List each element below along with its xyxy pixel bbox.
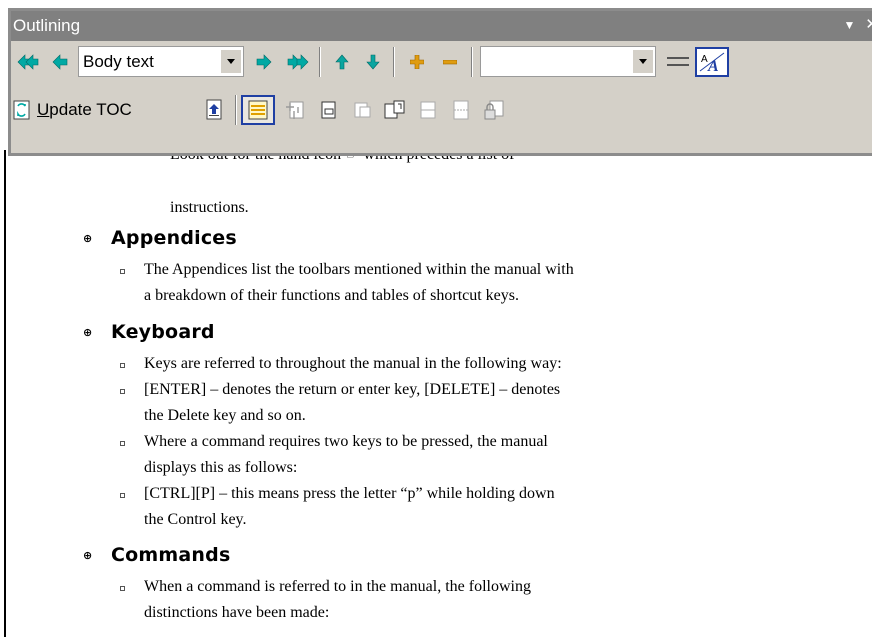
move-down-icon <box>366 54 380 70</box>
bullet-icon[interactable] <box>120 441 125 446</box>
go-to-toc-button[interactable] <box>199 95 229 125</box>
split-subdocument-icon <box>453 100 469 120</box>
outline-level-value: Body text <box>83 52 154 71</box>
list-item: Keys are referred to throughout the manu… <box>144 355 562 372</box>
master-document-view-button[interactable] <box>241 95 275 125</box>
list-item: When a command is referred to in the man… <box>144 578 531 595</box>
split-subdocument-button[interactable] <box>446 95 476 125</box>
create-subdocument-button[interactable] <box>314 95 344 125</box>
expand-collapse-icon[interactable]: ⊕ <box>83 232 92 245</box>
list-item-continuation: the Delete key and so on. <box>144 407 306 424</box>
bullet-icon[interactable] <box>120 363 125 368</box>
toolbar-title: Outlining <box>13 16 81 35</box>
move-up-icon <box>335 54 349 70</box>
toolbar-frame: Outlining ▼ ✕ Body text A A Update TOC <box>8 8 872 156</box>
remove-subdocument-button[interactable] <box>347 95 377 125</box>
toolbar-separator <box>319 47 321 77</box>
demote-icon <box>256 54 272 70</box>
list-item-continuation: displays this as follows: <box>144 459 298 476</box>
collapse-button[interactable] <box>435 47 465 77</box>
show-first-line-icon <box>667 57 689 66</box>
body-text-line: instructions. <box>170 199 249 216</box>
show-first-line-only-button[interactable] <box>663 47 693 77</box>
expand-icon <box>410 55 424 69</box>
outline-level-select[interactable]: Body text <box>78 46 244 77</box>
bullet-icon[interactable] <box>120 493 125 498</box>
toolbar-separator <box>471 47 473 77</box>
demote-button[interactable] <box>249 47 279 77</box>
merge-subdocument-button[interactable] <box>413 95 443 125</box>
list-item-continuation: distinctions have been made: <box>144 604 330 621</box>
update-toc-label: Update TOC <box>37 100 132 120</box>
promote-icon <box>52 54 68 70</box>
demote-to-body-text-button[interactable] <box>283 47 313 77</box>
toolbar-separator <box>393 47 395 77</box>
update-toc-icon <box>13 100 30 120</box>
toolbar-options-icon[interactable]: ▼ <box>844 18 856 32</box>
chevron-down-icon[interactable] <box>221 50 241 73</box>
demote-to-body-text-icon <box>287 54 309 70</box>
list-item: [CTRL][P] – this means press the letter … <box>144 485 555 502</box>
heading-keyboard: Keyboard <box>111 321 215 343</box>
create-subdocument-icon <box>321 101 336 119</box>
chevron-down-icon[interactable] <box>633 50 653 73</box>
insert-subdocument-icon <box>384 100 405 119</box>
svg-text:A: A <box>707 58 719 73</box>
svg-text:A: A <box>701 54 708 65</box>
merge-subdocument-icon <box>420 101 436 119</box>
update-toc-label-rest: pdate TOC <box>49 100 132 119</box>
show-level-select[interactable] <box>480 46 656 77</box>
collapse-subdocuments-button[interactable] <box>280 95 310 125</box>
document-area[interactable]: Look out for the hand icon ☞ which prece… <box>6 150 872 637</box>
toolbar-row-1: Body text A A <box>11 41 872 83</box>
heading-appendices: Appendices <box>111 227 237 249</box>
promote-to-heading1-icon <box>17 54 39 70</box>
move-down-button[interactable] <box>358 47 388 77</box>
insert-subdocument-button[interactable] <box>380 95 410 125</box>
collapse-icon <box>443 59 457 64</box>
toolbar-title-bar[interactable]: Outlining ▼ ✕ <box>11 11 872 41</box>
update-toc-button[interactable]: Update TOC <box>13 95 132 125</box>
update-toc-mnemonic: U <box>37 100 50 119</box>
bullet-icon[interactable] <box>120 269 125 274</box>
promote-button[interactable] <box>45 47 75 77</box>
list-item: [ENTER] – denotes the return or enter ke… <box>144 381 561 398</box>
list-item-continuation: a breakdown of their functions and table… <box>144 287 520 304</box>
remove-subdocument-icon <box>354 102 371 118</box>
bullet-icon[interactable] <box>120 389 125 394</box>
move-up-button[interactable] <box>327 47 357 77</box>
bullet-icon[interactable] <box>120 586 125 591</box>
lock-document-icon <box>484 100 504 120</box>
list-item-continuation: the Control key. <box>144 511 247 528</box>
promote-to-heading1-button[interactable] <box>13 47 43 77</box>
document-content: Look out for the hand icon ☞ which prece… <box>6 150 872 637</box>
expand-collapse-icon[interactable]: ⊕ <box>83 326 92 339</box>
master-document-view-icon <box>248 100 268 120</box>
list-item: Where a command requires two keys to be … <box>144 433 548 450</box>
close-icon[interactable]: ✕ <box>865 16 872 33</box>
show-formatting-button[interactable]: A A <box>695 47 729 77</box>
expand-button[interactable] <box>402 47 432 77</box>
toolbar-row-2: Update TOC <box>11 89 872 131</box>
list-item: The Appendices list the toolbars mention… <box>144 261 574 278</box>
expand-collapse-icon[interactable]: ⊕ <box>83 549 92 562</box>
toolbar-title-buttons: ▼ ✕ <box>844 15 872 33</box>
show-formatting-icon: A A <box>699 52 725 73</box>
toolbar-separator <box>235 95 237 125</box>
lock-document-button[interactable] <box>479 95 509 125</box>
heading-commands: Commands <box>111 544 231 566</box>
outlining-toolbar: Outlining ▼ ✕ Body text A A Update TOC <box>8 8 872 156</box>
go-to-toc-icon <box>206 99 222 120</box>
collapse-subdocuments-icon <box>286 101 304 119</box>
